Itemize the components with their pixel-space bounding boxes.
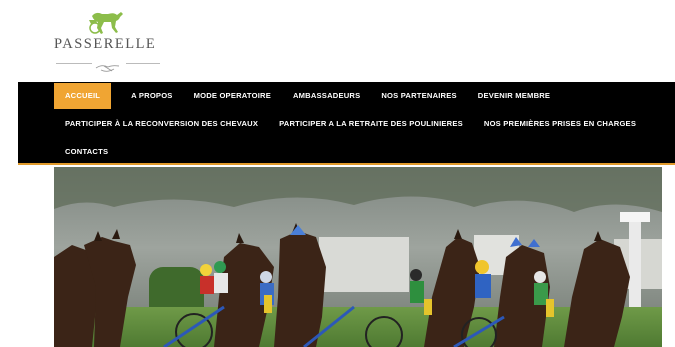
trotting-horse-icon [89, 12, 123, 34]
nav-item-contacts[interactable]: CONTACTS [65, 139, 108, 165]
hero-image [54, 167, 662, 347]
site-logo[interactable]: PASSERELLE [52, 8, 168, 76]
nav-item-premieres-prises[interactable]: NOS PREMIÈRES PRISES EN CHARGES [484, 111, 636, 137]
main-navigation: ACCUEIL A PROPOS MODE OPERATOIRE AMBASSA… [18, 82, 675, 165]
brand-name: PASSERELLE [54, 36, 157, 52]
nav-row: ACCUEIL A PROPOS MODE OPERATOIRE AMBASSA… [18, 83, 550, 109]
nav-item-mode-operatoire[interactable]: MODE OPERATOIRE [194, 83, 271, 109]
nav-item-ambassadeurs[interactable]: AMBASSADEURS [293, 83, 360, 109]
nav-row: PARTICIPER À LA RECONVERSION DES CHEVAUX… [18, 111, 636, 137]
nav-item-accueil[interactable]: ACCUEIL [54, 83, 112, 109]
hero-racing-illustration [54, 167, 662, 347]
nav-row: CONTACTS [18, 139, 108, 165]
nav-item-nos-partenaires[interactable]: NOS PARTENAIRES [381, 83, 456, 109]
handshake-icon [92, 60, 126, 76]
nav-item-a-propos[interactable]: A PROPOS [131, 83, 172, 109]
nav-item-devenir-membre[interactable]: DEVENIR MEMBRE [478, 83, 550, 109]
nav-item-retraite-poulinieres[interactable]: PARTICIPER A LA RETRAITE DES POULINIERES [279, 111, 463, 137]
nav-item-reconversion[interactable]: PARTICIPER À LA RECONVERSION DES CHEVAUX [65, 111, 258, 137]
